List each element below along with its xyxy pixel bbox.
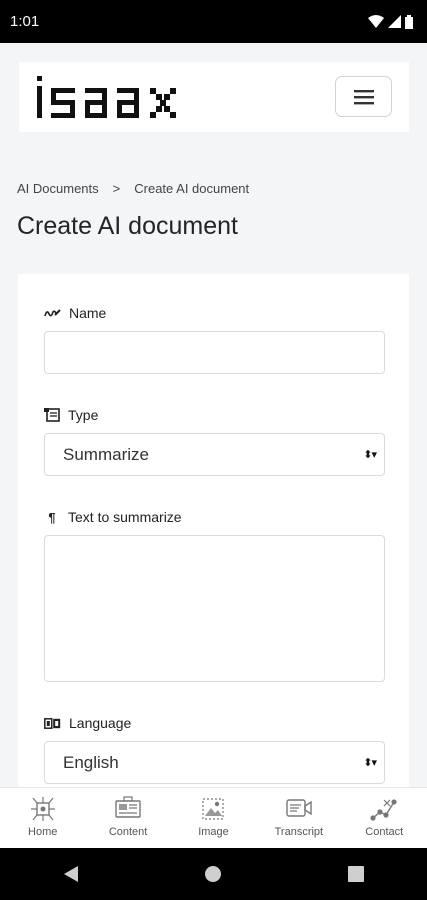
- nav-transcript[interactable]: Transcript: [256, 788, 341, 848]
- breadcrumb: AI Documents > Create AI document: [17, 178, 249, 198]
- breadcrumb-current: Create AI document: [134, 180, 250, 196]
- nav-transcript-label: Transcript: [274, 826, 324, 838]
- content-icon: [115, 796, 141, 818]
- nav-contact-label: Contact: [365, 826, 404, 838]
- nav-content-label: Content: [108, 826, 148, 838]
- menu-button[interactable]: [335, 76, 392, 117]
- nav-image-label: Image: [198, 826, 229, 838]
- name-label: Name: [44, 305, 106, 321]
- name-input[interactable]: [44, 331, 385, 374]
- pencil-scribble-icon: [44, 309, 61, 317]
- type-label: Type: [44, 407, 98, 423]
- select-caret-icon: ⬍▾: [363, 757, 377, 769]
- isaax-logo[interactable]: [37, 76, 199, 118]
- nav-content[interactable]: Content: [85, 788, 170, 848]
- transcript-icon: [286, 799, 312, 817]
- select-caret-icon: ⬍▾: [363, 449, 377, 461]
- signal-icon: [388, 15, 401, 28]
- home-icon[interactable]: [204, 865, 222, 883]
- name-label-text: Name: [69, 305, 107, 321]
- text-to-summarize-textarea[interactable]: [44, 535, 385, 682]
- site-header: [19, 62, 409, 132]
- status-icons: [368, 14, 413, 29]
- type-label-text: Type: [68, 407, 99, 423]
- bottom-nav: Home Content Image Transcript Contact: [0, 787, 427, 848]
- system-nav-bar: [0, 848, 427, 900]
- recents-icon[interactable]: [348, 866, 365, 882]
- breadcrumb-separator: >: [112, 180, 121, 196]
- breadcrumb-link-ai-documents[interactable]: AI Documents: [17, 181, 99, 196]
- image-icon: [202, 798, 225, 820]
- language-select[interactable]: English ⬍▾: [44, 741, 385, 784]
- language-label: Language: [44, 715, 131, 731]
- back-icon[interactable]: [63, 865, 79, 883]
- type-select-value: Summarize: [63, 444, 149, 464]
- type-select[interactable]: Summarize ⬍▾: [44, 433, 385, 476]
- text-label: ¶ Text to summarize: [44, 509, 182, 525]
- page-title: Create AI document: [17, 212, 238, 240]
- hamburger-icon: [353, 89, 374, 104]
- wifi-icon: [368, 15, 384, 28]
- battery-icon: [405, 14, 413, 29]
- language-select-value: English: [63, 752, 119, 772]
- home-circuit-icon: [30, 797, 55, 821]
- contact-icon: [370, 799, 397, 821]
- translate-icon: [44, 717, 61, 729]
- status-bar: 1:01: [0, 0, 427, 43]
- nav-home-label: Home: [28, 826, 58, 838]
- text-label-text: Text to summarize: [68, 509, 182, 525]
- nav-contact[interactable]: Contact: [342, 788, 427, 848]
- paragraph-icon: ¶: [48, 509, 56, 525]
- nav-image[interactable]: Image: [171, 788, 256, 848]
- nav-home[interactable]: Home: [0, 788, 85, 848]
- status-time: 1:01: [10, 13, 40, 30]
- form-card: Name Type Summarize ⬍▾ ¶ Text to summari…: [18, 274, 409, 794]
- language-label-text: Language: [69, 715, 132, 731]
- document-icon: [44, 408, 60, 422]
